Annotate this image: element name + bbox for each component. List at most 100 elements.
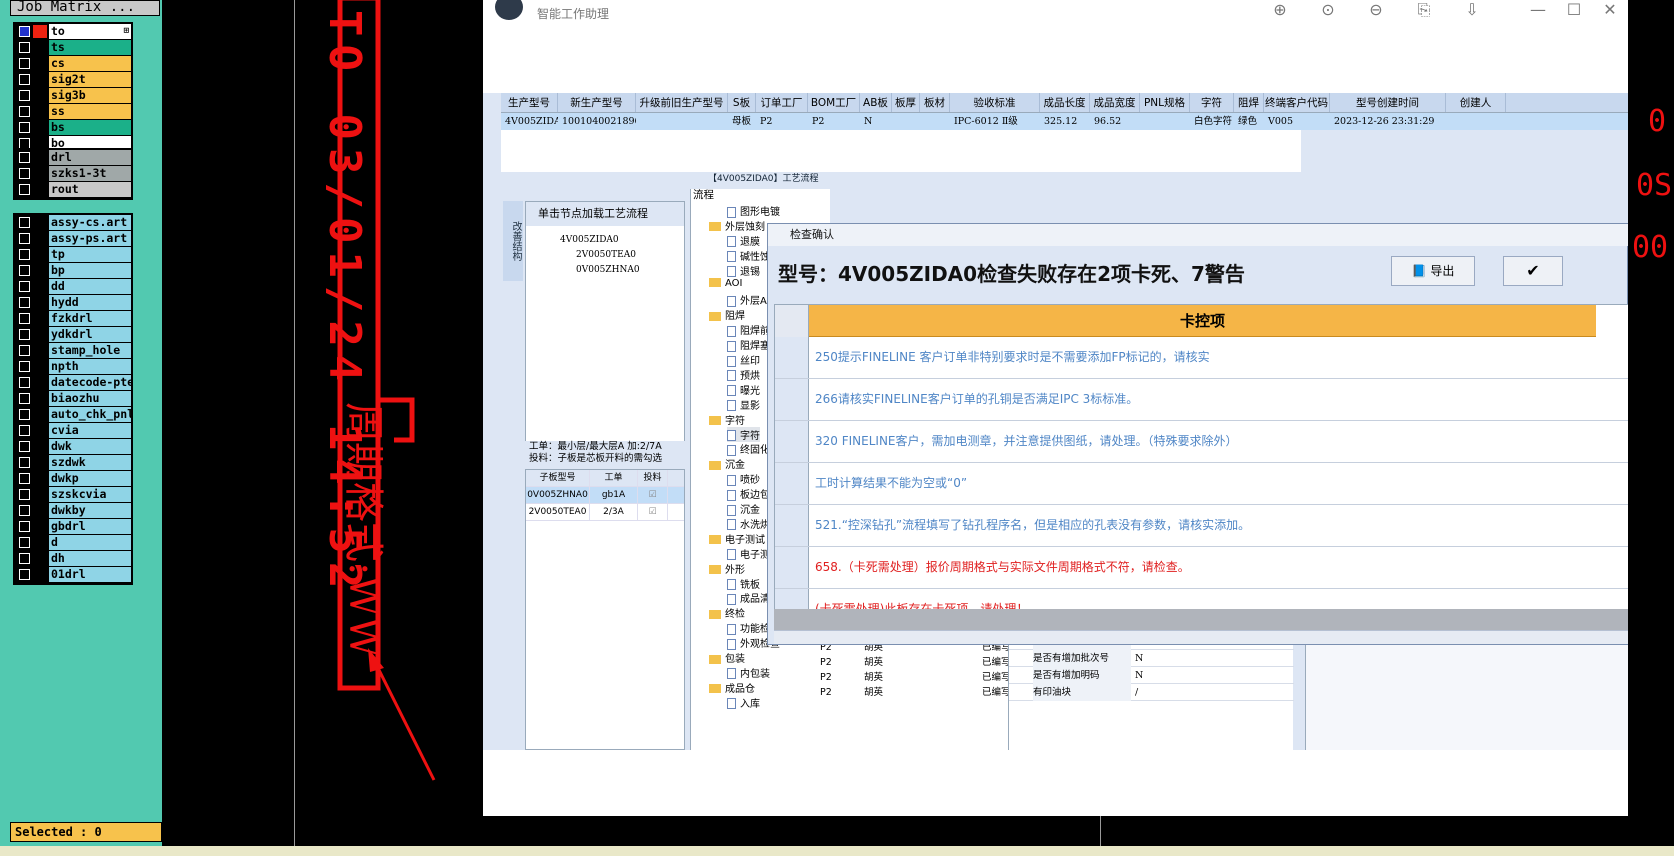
layer-checkbox[interactable] bbox=[19, 489, 30, 500]
layer-checkbox[interactable] bbox=[19, 74, 30, 85]
layer-row[interactable]: ss bbox=[15, 104, 131, 120]
attribute-row[interactable]: 有印油块 / bbox=[1009, 684, 1294, 701]
layer-checkbox[interactable] bbox=[19, 233, 30, 244]
fit-icon[interactable]: ⊙ bbox=[1318, 0, 1338, 19]
column-header[interactable]: 新生产型号 bbox=[558, 93, 636, 112]
layer-row[interactable]: stamp_hole bbox=[15, 343, 131, 359]
layer-name[interactable]: ss bbox=[49, 104, 131, 119]
layer-checkbox[interactable] bbox=[19, 409, 30, 420]
flow-step[interactable]: 喷砂 bbox=[727, 471, 760, 486]
column-header[interactable]: 终端客户代码 bbox=[1264, 93, 1330, 112]
layer-checkbox[interactable] bbox=[19, 537, 30, 548]
layer-row[interactable]: d bbox=[15, 535, 131, 551]
minimize-icon[interactable]: — bbox=[1528, 0, 1548, 19]
layer-name[interactable]: gbdrl bbox=[49, 519, 131, 534]
check-item-row[interactable]: 工时计算结果不能为空或“0” bbox=[775, 463, 1628, 505]
rotate-icon[interactable]: ⎘ bbox=[1414, 0, 1434, 20]
flow-folder[interactable]: 沉金 bbox=[709, 456, 745, 471]
layer-name[interactable]: ts bbox=[49, 40, 131, 55]
layer-name[interactable]: dwkp bbox=[49, 471, 131, 486]
layer-row[interactable]: gbdrl bbox=[15, 519, 131, 535]
layer-row[interactable]: cvia bbox=[15, 423, 131, 439]
layer-row[interactable]: hydd bbox=[15, 295, 131, 311]
layer-name[interactable]: assy-ps.art bbox=[49, 231, 131, 246]
layer-row[interactable]: rout bbox=[15, 182, 131, 198]
column-header[interactable]: 升级前旧生产型号 bbox=[636, 93, 728, 112]
layer-checkbox[interactable] bbox=[19, 122, 30, 133]
layer-name[interactable]: szks1-3t bbox=[49, 166, 131, 181]
layer-row[interactable]: szks1-3t bbox=[15, 166, 131, 182]
layer-row[interactable]: to ⊞ bbox=[15, 24, 131, 40]
layer-row[interactable]: bp bbox=[15, 263, 131, 279]
layer-checkbox[interactable] bbox=[19, 473, 30, 484]
layer-row[interactable]: dwkby bbox=[15, 503, 131, 519]
check-item-row[interactable]: 521.“控深钻孔”流程填写了钻孔程序名，但是相应的孔表没有参数，请核实添加。 bbox=[775, 505, 1628, 547]
check-item-row[interactable]: 320 FINELINE客户，需加电测章，并注意提供图纸，请处理。（特殊要求除外… bbox=[775, 421, 1628, 463]
layer-name[interactable]: cvia bbox=[49, 423, 131, 438]
layer-checkbox[interactable] bbox=[19, 425, 30, 436]
layer-name[interactable]: dd bbox=[49, 279, 131, 294]
layer-row[interactable]: assy-ps.art bbox=[15, 231, 131, 247]
check-item-row[interactable]: 658.（卡死需处理）报价周期格式与实际文件周期格式不符，请检查。 bbox=[775, 547, 1628, 589]
layer-row[interactable]: szskcvia bbox=[15, 487, 131, 503]
layer-name[interactable]: npth bbox=[49, 359, 131, 374]
flow-step[interactable]: 内包装 bbox=[727, 665, 770, 680]
tree-child[interactable]: 2V0050TEA0 bbox=[576, 250, 636, 260]
layer-row[interactable]: szdwk bbox=[15, 455, 131, 471]
flow-step[interactable]: 沉金 bbox=[727, 501, 760, 516]
maximize-icon[interactable]: ☐ bbox=[1564, 0, 1584, 19]
model-grid-row[interactable]: 4V005ZIDA0 10010400218969 母板 P2 P2 N IPC-6012 … bbox=[501, 113, 1628, 130]
layer-row[interactable]: ydkdrl bbox=[15, 327, 131, 343]
layer-checkbox[interactable] bbox=[19, 184, 30, 195]
column-header[interactable]: 阻焊 bbox=[1234, 93, 1264, 112]
check-item-row[interactable]: 266请核实FINELINE客户订单的孔铜是否满足IPC 3标标准。 bbox=[775, 379, 1628, 421]
layer-name[interactable]: auto_chk_pnl bbox=[49, 407, 131, 422]
side-tab[interactable]: 改善结构 bbox=[503, 201, 523, 281]
table-row[interactable]: 0V005ZHNA0 gb1A ☑ bbox=[526, 487, 684, 504]
column-header[interactable]: 字符 bbox=[1190, 93, 1234, 112]
layer-row[interactable]: 01drl bbox=[15, 567, 131, 583]
flow-folder[interactable]: 阻焊 bbox=[709, 307, 745, 322]
layer-row[interactable]: npth bbox=[15, 359, 131, 375]
check-item-row[interactable]: 250提示FINELINE 客户订单非特别要求时是不需要添加FP标记的，请核实 bbox=[775, 337, 1628, 379]
flow-step[interactable]: 显影 bbox=[727, 397, 760, 412]
layer-row[interactable]: datecode-pte bbox=[15, 375, 131, 391]
layer-checkbox[interactable] bbox=[19, 217, 30, 228]
layer-checkbox[interactable] bbox=[19, 265, 30, 276]
layer-name[interactable]: szskcvia bbox=[49, 487, 131, 502]
column-header[interactable]: 板厚 bbox=[892, 93, 920, 112]
layer-row[interactable]: dwk bbox=[15, 439, 131, 455]
export-button[interactable]: 📘 导出 bbox=[1391, 256, 1475, 286]
flow-step[interactable]: 退膜 bbox=[727, 233, 760, 248]
horizontal-scrollbar[interactable] bbox=[774, 630, 1628, 644]
layer-name[interactable]: d bbox=[49, 535, 131, 550]
layer-row[interactable]: drl bbox=[15, 150, 131, 166]
layer-row[interactable]: fzkdrl bbox=[15, 311, 131, 327]
column-header[interactable]: PNL规格 bbox=[1140, 93, 1190, 112]
layer-checkbox[interactable] bbox=[19, 521, 30, 532]
layer-name[interactable]: dwk bbox=[49, 439, 131, 454]
layer-checkbox[interactable] bbox=[19, 58, 30, 69]
column-header[interactable]: 创建人 bbox=[1446, 93, 1506, 112]
close-icon[interactable]: ✕ bbox=[1600, 0, 1620, 19]
column-header[interactable]: 生产型号 bbox=[501, 93, 558, 112]
layer-name[interactable]: dh bbox=[49, 551, 131, 566]
layer-name[interactable]: stamp_hole bbox=[49, 343, 131, 358]
zoom-out-icon[interactable]: ⊖ bbox=[1366, 0, 1386, 19]
layer-checkbox[interactable] bbox=[19, 42, 30, 53]
layer-checkbox[interactable] bbox=[19, 90, 30, 101]
flow-folder[interactable]: 包装 bbox=[709, 650, 745, 665]
layer-name[interactable]: bs bbox=[49, 120, 131, 135]
layer-name[interactable]: bp bbox=[49, 263, 131, 278]
layer-row[interactable]: sig2t bbox=[15, 72, 131, 88]
column-header[interactable]: S板 bbox=[728, 93, 756, 112]
layer-name[interactable]: assy-cs.art bbox=[49, 215, 131, 230]
layer-name[interactable]: sig3b bbox=[49, 88, 131, 103]
layer-row[interactable]: tp bbox=[15, 247, 131, 263]
flow-step[interactable]: 退锡 bbox=[727, 263, 760, 278]
layer-name[interactable]: cs bbox=[49, 56, 131, 71]
layer-checkbox[interactable] bbox=[19, 281, 30, 292]
layer-name[interactable]: rout bbox=[49, 182, 131, 197]
layer-checkbox[interactable] bbox=[19, 569, 30, 580]
column-header[interactable]: 验收标准 bbox=[950, 93, 1040, 112]
